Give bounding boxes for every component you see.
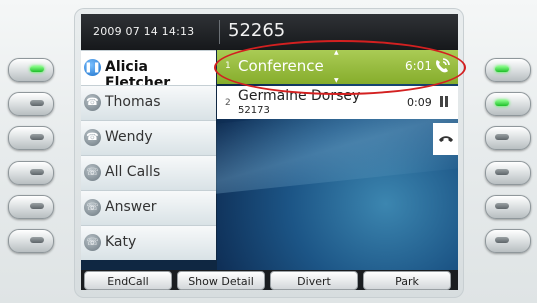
- call-number: 52173: [238, 105, 270, 116]
- line-button-2[interactable]: [8, 92, 54, 116]
- session-led-4: [495, 169, 509, 175]
- line-label: Wendy: [105, 129, 153, 145]
- line-item-wendy[interactable]: ☎ Wendy: [81, 120, 216, 155]
- session-button-4[interactable]: [485, 161, 531, 185]
- line-item-alicia-fletcher[interactable]: ❚❚ Alicia Fletcher: [81, 50, 216, 91]
- line-led-6: [30, 237, 44, 243]
- line-list: ❚❚ Alicia Fletcher ☎ Thomas ☎ Wendy ☏ Al…: [81, 50, 217, 270]
- endcall-softkey[interactable]: EndCall: [84, 271, 172, 290]
- header-datetime: 2009 07 14 14:13: [93, 25, 195, 38]
- call-timer: 0:09: [407, 96, 432, 109]
- session-button-1[interactable]: [485, 58, 531, 82]
- softkey-bar: EndCall Show Detail Divert Park: [81, 270, 458, 290]
- session-button-6[interactable]: [485, 229, 531, 253]
- annotation-highlight-ellipse: [214, 40, 466, 95]
- line-label: Answer: [105, 199, 157, 215]
- show-detail-softkey[interactable]: Show Detail: [177, 271, 265, 290]
- answer-icon: ☏: [84, 199, 101, 216]
- handset-icon: ☎: [84, 129, 101, 146]
- speed-dial-icon: ☏: [84, 234, 101, 251]
- handset-icon: ☎: [84, 94, 101, 111]
- line-button-5[interactable]: [8, 195, 54, 219]
- call-index: 2: [225, 98, 231, 108]
- line-button-4[interactable]: [8, 161, 54, 185]
- hold-icon: [439, 96, 449, 107]
- park-softkey[interactable]: Park: [363, 271, 451, 290]
- end-call-handset-icon[interactable]: [433, 123, 458, 155]
- line-item-thomas[interactable]: ☎ Thomas: [81, 85, 216, 120]
- line-button-3[interactable]: [8, 126, 54, 150]
- header-divider: [219, 20, 220, 44]
- line-item-answer[interactable]: ☏ Answer: [81, 190, 216, 225]
- session-led-6: [495, 237, 509, 243]
- line-led-5: [30, 203, 44, 209]
- session-led-2: [495, 100, 509, 106]
- session-button-5[interactable]: [485, 195, 531, 219]
- line-led-2: [30, 100, 44, 106]
- header-extension: 52265: [228, 20, 286, 41]
- session-led-1: [495, 66, 509, 72]
- line-label: Katy: [105, 234, 137, 250]
- line-item-all-calls[interactable]: ☏ All Calls: [81, 155, 216, 190]
- line-button-6[interactable]: [8, 229, 54, 253]
- session-button-3[interactable]: [485, 126, 531, 150]
- line-label: All Calls: [105, 164, 161, 180]
- line-led-1: [30, 66, 44, 72]
- line-led-3: [30, 134, 44, 140]
- line-button-1[interactable]: [8, 58, 54, 82]
- divert-softkey[interactable]: Divert: [270, 271, 358, 290]
- session-led-5: [495, 203, 509, 209]
- calls-icon: ☏: [84, 164, 101, 181]
- pause-icon: ❚❚: [84, 59, 101, 76]
- line-label: Thomas: [105, 94, 161, 110]
- session-led-3: [495, 134, 509, 140]
- line-item-katy[interactable]: ☏ Katy: [81, 225, 216, 260]
- line-led-4: [30, 169, 44, 175]
- session-button-2[interactable]: [485, 92, 531, 116]
